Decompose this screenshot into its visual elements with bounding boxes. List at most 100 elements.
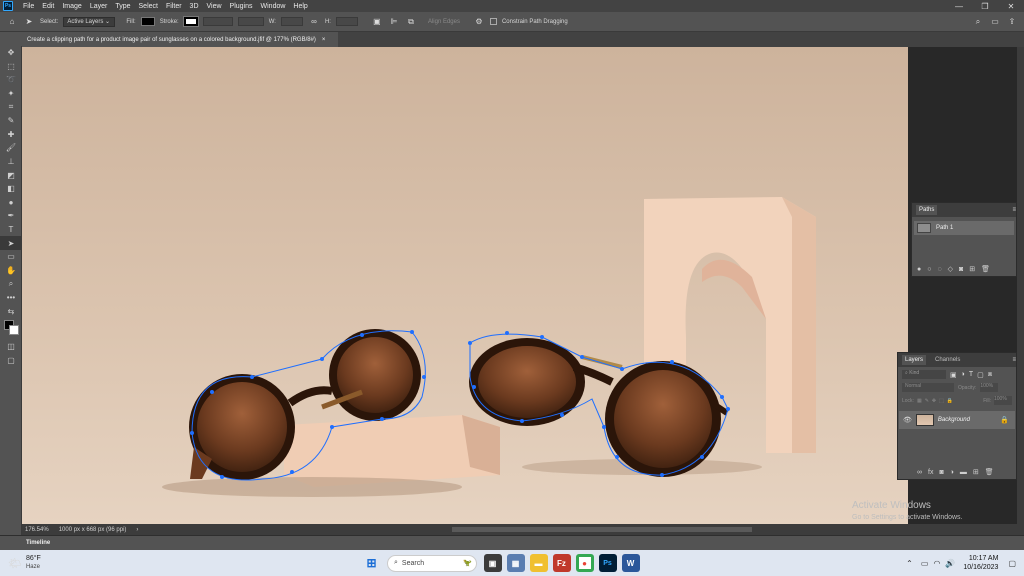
- notifications-icon[interactable]: ▢: [1008, 559, 1016, 568]
- document-tab[interactable]: Create a clipping path for a product ima…: [22, 32, 338, 47]
- restore-button[interactable]: ❐: [972, 2, 998, 11]
- dodge-tool-icon[interactable]: ●: [0, 196, 22, 210]
- gear-icon[interactable]: ⚙: [473, 16, 485, 28]
- menu-3d[interactable]: 3D: [186, 3, 203, 10]
- hand-tool-icon[interactable]: ✋: [0, 264, 22, 278]
- height-field[interactable]: [335, 17, 358, 26]
- menu-file[interactable]: File: [19, 3, 38, 10]
- align-edges-checkbox[interactable]: Align Edges: [428, 19, 460, 25]
- tab-channels[interactable]: Channels: [932, 355, 963, 365]
- eye-icon[interactable]: 👁: [903, 416, 912, 424]
- lock-position-icon[interactable]: ✥: [932, 398, 936, 404]
- photoshop-logo-icon[interactable]: Ps: [3, 1, 13, 11]
- word-icon[interactable]: W: [621, 554, 640, 572]
- tab-paths[interactable]: Paths: [916, 205, 938, 215]
- move-tool-icon[interactable]: ✥: [0, 46, 22, 60]
- wifi-icon[interactable]: ◠: [933, 559, 940, 568]
- menu-image[interactable]: Image: [58, 3, 85, 10]
- menu-help[interactable]: Help: [289, 3, 311, 10]
- filter-type-icon[interactable]: T: [969, 371, 973, 378]
- eyedropper-tool-icon[interactable]: ✎: [0, 114, 22, 128]
- eraser-tool-icon[interactable]: ◩: [0, 168, 22, 182]
- select-dropdown[interactable]: Active Layers ⌄: [63, 16, 116, 27]
- timeline-panel-tab[interactable]: Timeline: [0, 535, 1024, 549]
- path-selection-tool-button[interactable]: ➤: [0, 236, 22, 250]
- new-group-icon[interactable]: ▬: [960, 469, 967, 476]
- filter-adjust-icon[interactable]: ◑: [961, 371, 965, 378]
- stroke-swatch[interactable]: [182, 16, 199, 27]
- magic-wand-tool-icon[interactable]: ✦: [0, 87, 22, 101]
- lock-artboard-icon[interactable]: ⬚: [939, 398, 944, 404]
- crop-tool-icon[interactable]: ⌗: [0, 100, 22, 114]
- weather-widget[interactable]: 🌤 86°F Haze: [0, 554, 120, 572]
- chevron-up-icon[interactable]: ⌃: [906, 559, 913, 568]
- network-icon[interactable]: ▭: [921, 559, 929, 568]
- document-info[interactable]: 1000 px x 668 px (96 ppi): [59, 527, 127, 533]
- screen-mode-icon[interactable]: ▢: [0, 353, 22, 367]
- chrome-icon[interactable]: ●: [575, 554, 594, 572]
- path-operations-icon[interactable]: ▣: [371, 16, 383, 28]
- windows-start-icon[interactable]: ⊞: [363, 554, 381, 572]
- opacity-field[interactable]: 100%: [980, 383, 999, 392]
- load-selection-icon[interactable]: ◌: [937, 266, 941, 273]
- pen-tool-icon[interactable]: ✒: [0, 209, 22, 223]
- menu-layer[interactable]: Layer: [86, 3, 112, 10]
- more-tools-icon[interactable]: •••: [0, 291, 22, 305]
- tab-layers[interactable]: Layers: [902, 355, 927, 365]
- file-explorer-icon[interactable]: ▬: [529, 554, 548, 572]
- stroke-type-dropdown[interactable]: [237, 17, 264, 26]
- make-work-path-icon[interactable]: ◇: [948, 265, 953, 273]
- adjustment-layer-icon[interactable]: ◑: [950, 469, 954, 476]
- lock-paint-icon[interactable]: ✎: [925, 398, 929, 404]
- calculator-icon[interactable]: ▦: [506, 554, 525, 572]
- panel-menu-icon[interactable]: ≡: [1012, 207, 1016, 213]
- vertical-scrollbar[interactable]: [1017, 47, 1024, 524]
- clock[interactable]: 10:17 AM 10/16/2023: [963, 554, 998, 572]
- lock-all-icon[interactable]: 🔒: [947, 398, 953, 404]
- stroke-path-icon[interactable]: ○: [927, 266, 931, 273]
- gradient-tool-icon[interactable]: ◧: [0, 182, 22, 196]
- close-window-button[interactable]: ✕: [998, 2, 1024, 11]
- taskbar-search[interactable]: ⌕ Search 🦖: [387, 554, 477, 572]
- add-mask-icon[interactable]: ◙: [939, 469, 943, 476]
- menu-edit[interactable]: Edit: [38, 3, 58, 10]
- fill-field[interactable]: 100%: [994, 396, 1012, 405]
- workspace-icon[interactable]: ▭: [989, 16, 1001, 28]
- status-arrow-icon[interactable]: ›: [136, 527, 138, 533]
- menu-plugins[interactable]: Plugins: [226, 3, 257, 10]
- panel-menu-icon[interactable]: ≡: [1012, 357, 1016, 363]
- width-field[interactable]: [280, 17, 303, 26]
- lock-transparent-icon[interactable]: ▦: [917, 398, 922, 404]
- lasso-tool-icon[interactable]: ➰: [0, 73, 22, 87]
- quick-mask-icon[interactable]: ◫: [0, 340, 22, 354]
- add-mask-icon[interactable]: ◙: [959, 266, 963, 273]
- menu-view[interactable]: View: [203, 3, 226, 10]
- link-layers-icon[interactable]: ∞: [917, 469, 922, 476]
- color-swatches[interactable]: [0, 318, 21, 340]
- fill-swatch[interactable]: [140, 17, 155, 26]
- layer-style-icon[interactable]: fx: [928, 469, 933, 476]
- delete-layer-icon[interactable]: 🗑: [985, 468, 994, 476]
- layer-name[interactable]: Background: [938, 417, 970, 423]
- path-selection-tool-icon[interactable]: ➤: [23, 16, 35, 28]
- new-path-icon[interactable]: ⊞: [969, 265, 975, 273]
- filter-smart-icon[interactable]: ⧈: [988, 371, 992, 379]
- zoom-level[interactable]: 176.54%: [25, 527, 49, 533]
- stroke-width-field[interactable]: [202, 17, 233, 26]
- fill-path-icon[interactable]: ●: [917, 266, 921, 273]
- brush-tool-icon[interactable]: 🖌: [0, 141, 22, 155]
- healing-brush-tool-icon[interactable]: ✚: [0, 128, 22, 142]
- menu-type[interactable]: Type: [111, 3, 134, 10]
- filter-pixel-icon[interactable]: ▣: [950, 371, 957, 379]
- menu-filter[interactable]: Filter: [162, 3, 186, 10]
- photoshop-taskbar-icon[interactable]: Ps: [598, 554, 617, 572]
- constrain-path-checkbox[interactable]: [489, 18, 497, 25]
- clone-stamp-tool-icon[interactable]: ⊥: [0, 155, 22, 169]
- layer-row[interactable]: 👁 Background 🔒: [899, 411, 1015, 429]
- delete-path-icon[interactable]: 🗑: [981, 265, 990, 273]
- link-icon[interactable]: ∞: [308, 16, 320, 28]
- zoom-tool-icon[interactable]: ⌕: [0, 277, 22, 291]
- path-alignment-icon[interactable]: ⊫: [388, 16, 400, 28]
- blend-mode-dropdown[interactable]: Normal: [902, 383, 954, 392]
- canvas[interactable]: [22, 47, 908, 524]
